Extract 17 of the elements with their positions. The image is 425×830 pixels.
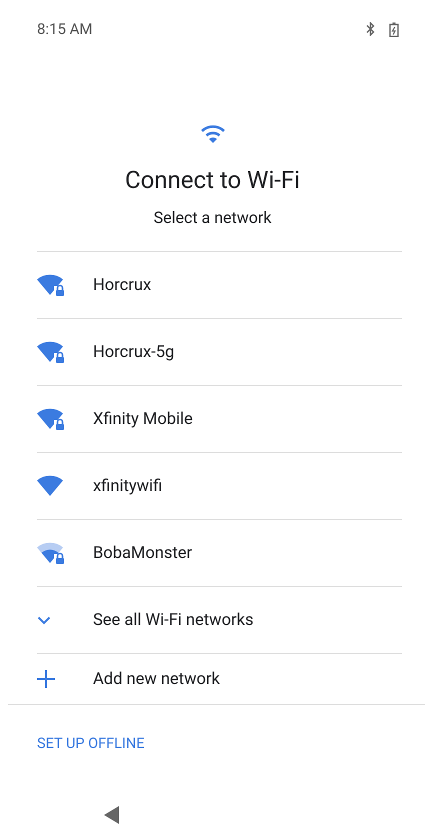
battery-charging-icon [389, 22, 399, 36]
network-name[interactable]: Xfinity Mobile [93, 410, 193, 428]
back-icon[interactable] [104, 806, 120, 824]
bluetooth-icon [366, 22, 375, 36]
network-name[interactable]: xfinitywifi [93, 476, 162, 496]
set-up-offline-button[interactable]: SET UP OFFLINE [37, 735, 144, 752]
plus-icon [37, 670, 55, 688]
network-name[interactable]: BobaMonster [93, 544, 192, 562]
status-time: 8:15 AM [37, 20, 93, 38]
page-title: Connect to Wi-Fi [124, 166, 300, 194]
chevron-down-icon [37, 616, 51, 624]
wifi-icon [200, 124, 226, 144]
network-name[interactable]: Horcrux-5g [93, 342, 174, 362]
add-network-item[interactable]: Add new network [93, 670, 220, 688]
page-subtitle: Select a network [154, 208, 272, 227]
network-name[interactable]: Horcrux [93, 276, 152, 294]
see-all-networks-item[interactable]: See all Wi-Fi networks [93, 610, 254, 630]
